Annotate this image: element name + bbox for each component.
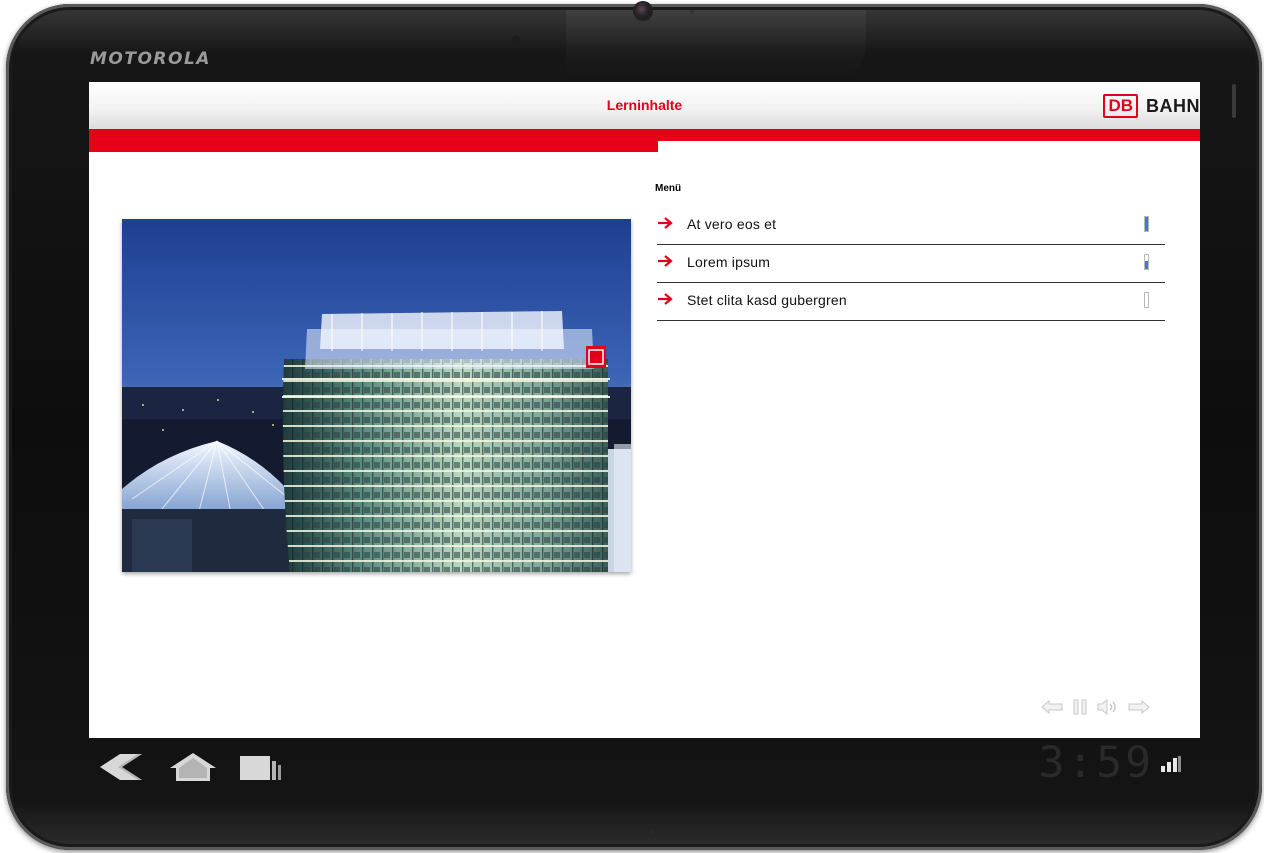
menu-item-progress-indicator — [1144, 292, 1149, 308]
bezel-gloss — [566, 10, 866, 84]
media-controls — [1041, 698, 1150, 720]
menu-item-label: Stet clita kasd gubergren — [687, 292, 847, 308]
menu-item-3[interactable]: Stet clita kasd gubergren — [657, 283, 1165, 321]
microphone — [649, 830, 653, 834]
menu-title: Menü — [655, 183, 682, 194]
home-icon[interactable] — [169, 752, 217, 787]
course-progress-fill — [89, 141, 658, 152]
menu-list: At vero eos et Lorem ipsum Stet clita ka… — [657, 207, 1165, 321]
menu-item-label: Lorem ipsum — [687, 254, 771, 270]
db-bahn-logo: DB BAHN — [1103, 94, 1200, 118]
menu-item-progress-indicator — [1144, 254, 1149, 270]
hero-image — [122, 219, 631, 572]
menu-item-label: At vero eos et — [687, 216, 777, 232]
arrow-right-icon — [658, 293, 673, 305]
menu-item-1[interactable]: At vero eos et — [657, 207, 1165, 245]
course-progress-bar — [89, 141, 1200, 152]
front-camera — [635, 3, 651, 19]
menu-item-progress-fill — [1145, 217, 1148, 231]
menu-item-progress-indicator — [1144, 216, 1149, 232]
arrow-right-icon — [658, 217, 673, 229]
db-logo-box: DB — [1103, 94, 1138, 118]
proximity-sensor — [690, 10, 694, 14]
system-clock: 3:59 — [1038, 738, 1154, 788]
forward-arrow-icon[interactable] — [1128, 699, 1150, 719]
signal-icon — [1160, 756, 1182, 779]
arrow-right-icon — [658, 255, 673, 267]
recent-apps-icon[interactable] — [240, 752, 284, 787]
back-icon[interactable] — [98, 752, 144, 787]
page-title: Lerninhalte — [606, 97, 683, 113]
device-brand: MOTOROLA — [90, 49, 211, 69]
app-header: Lerninhalte DB BAHN — [89, 82, 1200, 129]
menu-item-progress-fill — [1145, 261, 1148, 269]
db-headquarters-photo — [122, 219, 631, 572]
back-arrow-icon[interactable] — [1041, 699, 1063, 719]
volume-icon[interactable] — [1097, 698, 1119, 720]
power-button — [1232, 84, 1236, 118]
db-logo-text: BAHN — [1146, 95, 1200, 116]
menu-item-2[interactable]: Lorem ipsum — [657, 245, 1165, 283]
light-sensor — [511, 36, 521, 46]
app-screen: Lerninhalte DB BAHN Menü At vero eos et … — [89, 82, 1200, 738]
header-accent-band — [89, 129, 1200, 141]
pause-icon[interactable] — [1072, 699, 1088, 720]
